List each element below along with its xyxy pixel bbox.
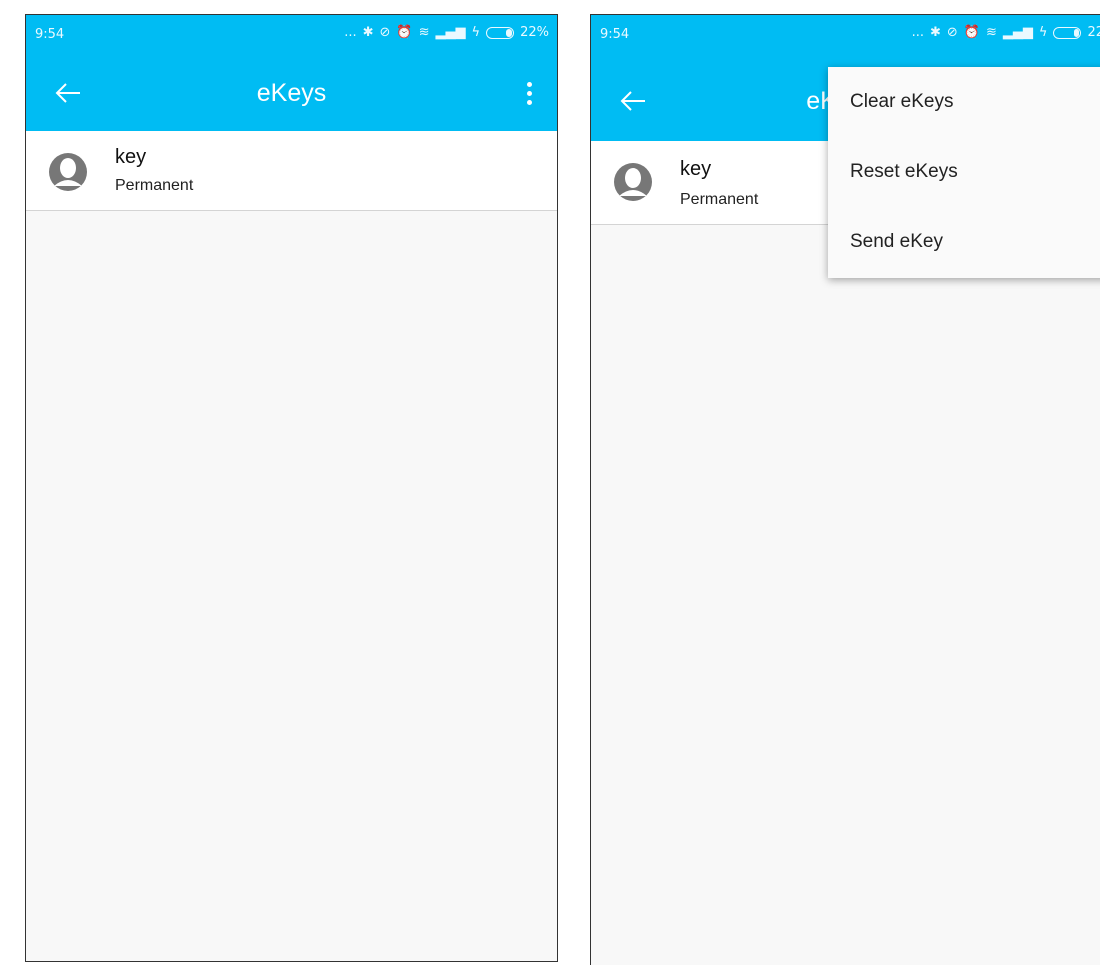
battery-percent: 22% — [520, 25, 549, 40]
battery-percent: 22 — [1087, 25, 1100, 40]
more-notifications-icon: ... — [911, 25, 924, 40]
charging-icon: ϟ — [471, 25, 481, 40]
avatar-icon — [614, 163, 652, 201]
ekey-list-item[interactable]: key Permanent — [26, 131, 557, 211]
more-notifications-icon: ... — [344, 25, 357, 40]
bluetooth-icon: ✱ — [929, 25, 941, 40]
battery-fill — [506, 28, 513, 37]
app-bar: eKeys — [26, 55, 557, 131]
wifi-icon: ≋ — [418, 25, 430, 40]
signal-icon: ▂▄▆ — [435, 25, 466, 40]
status-time: 9:54 — [35, 27, 65, 42]
bluetooth-icon: ✱ — [362, 25, 374, 40]
overflow-menu-icon[interactable] — [519, 77, 539, 109]
menu-item-reset-ekeys[interactable]: Reset eKeys — [828, 137, 1100, 207]
ekey-validity: Permanent — [680, 191, 759, 208]
vibrate-off-icon: ⊘ — [946, 25, 958, 40]
ekey-name: key — [680, 158, 712, 180]
alarm-icon: ⏰ — [396, 25, 413, 40]
alarm-icon: ⏰ — [963, 25, 980, 40]
screen-ekeys: 9:54 ... ✱ ⊘ ⏰ ≋ ▂▄▆ ϟ 22% eKeys key Per… — [25, 14, 558, 962]
screen-ekeys-menu-open: 9:54 ... ✱ ⊘ ⏰ ≋ ▂▄▆ ϟ 22 eKeys key Perm… — [590, 14, 1100, 965]
avatar-icon — [49, 153, 87, 191]
status-icons: ... ✱ ⊘ ⏰ ≋ ▂▄▆ ϟ 22% — [344, 25, 549, 40]
wifi-icon: ≋ — [985, 25, 997, 40]
battery-fill — [1073, 28, 1080, 37]
status-bar: 9:54 ... ✱ ⊘ ⏰ ≋ ▂▄▆ ϟ 22% — [26, 15, 557, 55]
ekey-name: key — [115, 146, 147, 168]
menu-item-clear-ekeys[interactable]: Clear eKeys — [828, 67, 1100, 137]
battery-icon — [486, 26, 515, 39]
overflow-menu: Clear eKeys Reset eKeys Send eKey — [828, 67, 1100, 278]
signal-icon: ▂▄▆ — [1002, 25, 1033, 40]
battery-icon — [1053, 26, 1082, 39]
charging-icon: ϟ — [1038, 25, 1048, 40]
status-time: 9:54 — [600, 27, 630, 42]
status-icons: ... ✱ ⊘ ⏰ ≋ ▂▄▆ ϟ 22 — [912, 25, 1100, 40]
ekey-validity: Permanent — [115, 177, 194, 194]
status-bar: 9:54 ... ✱ ⊘ ⏰ ≋ ▂▄▆ ϟ 22 — [591, 15, 1100, 57]
vibrate-off-icon: ⊘ — [379, 25, 391, 40]
page-title: eKeys — [256, 79, 327, 107]
menu-item-send-ekey[interactable]: Send eKey — [828, 207, 1100, 277]
